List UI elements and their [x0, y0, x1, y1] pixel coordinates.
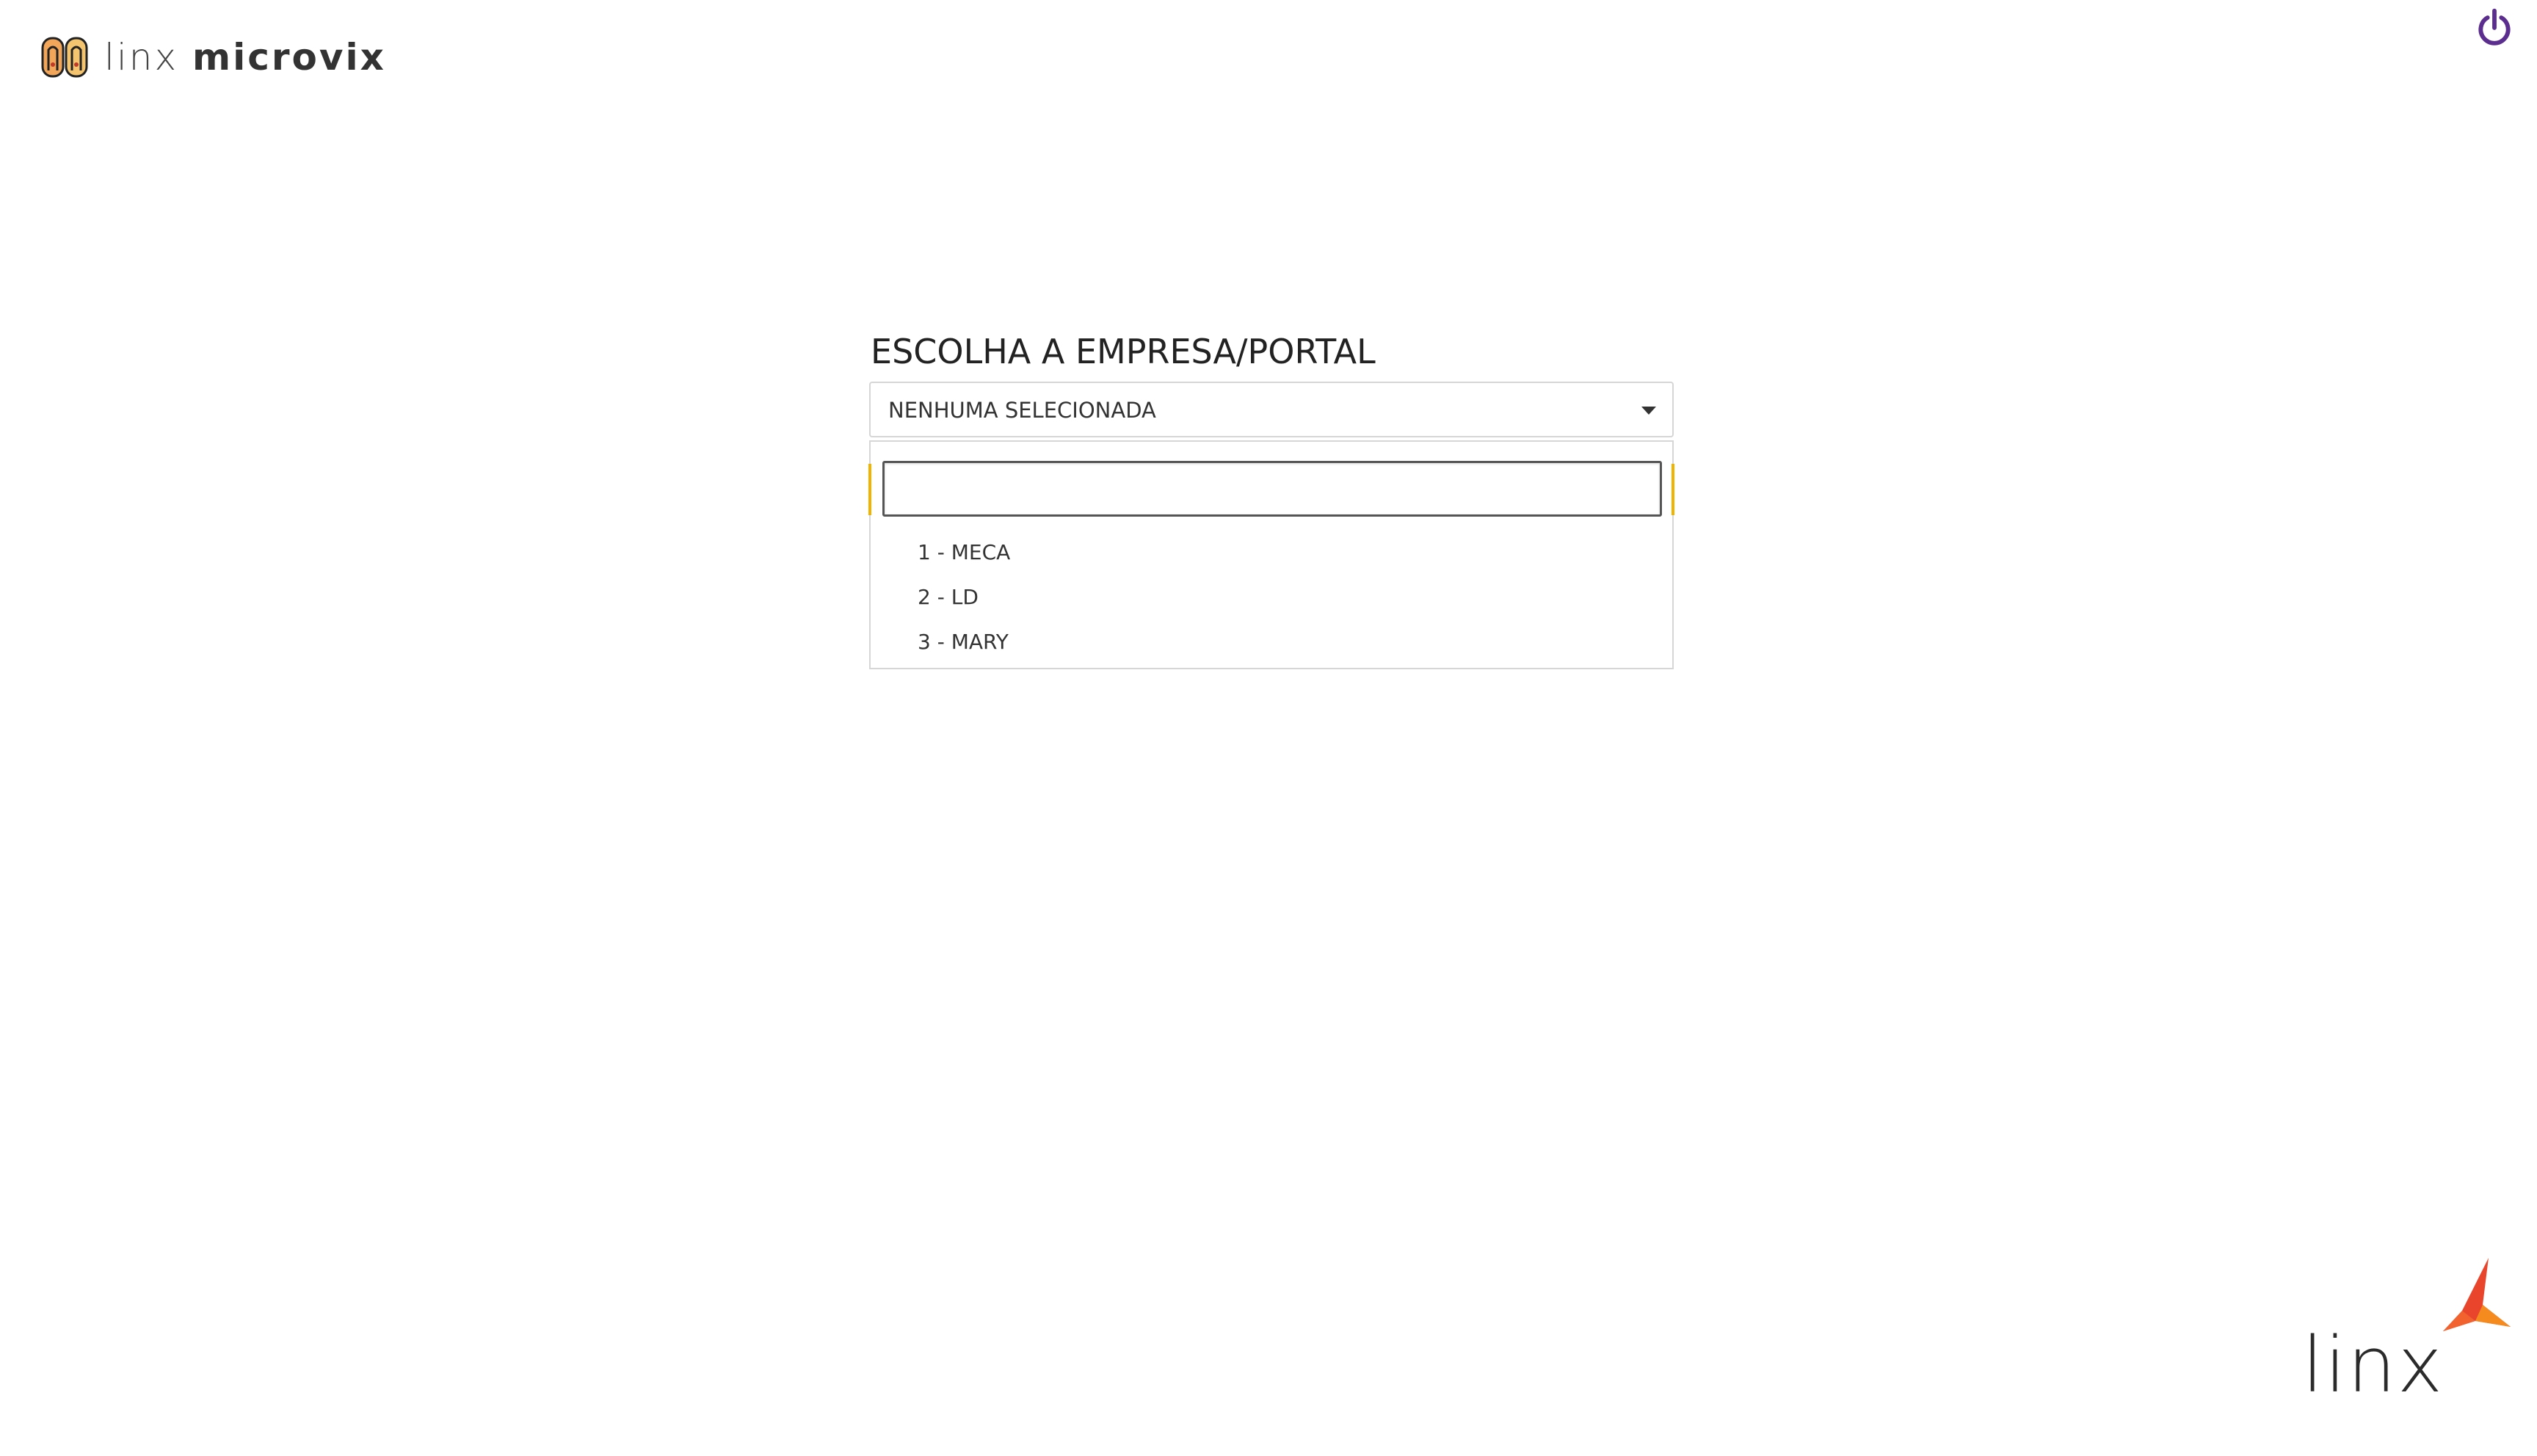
linx-microvix-logo: linx microvix: [41, 34, 386, 81]
logo-word-linx: linx: [104, 36, 179, 79]
caret-down-icon: [1641, 407, 1656, 415]
logo-word-microvix: microvix: [192, 36, 386, 79]
page: linx microvix ESCOLHA A EMPRESA/PORTAL N…: [0, 0, 2537, 1456]
dropdown-accent: [1672, 464, 1674, 515]
chooser-title: ESCOLHA A EMPRESA/PORTAL: [871, 332, 1376, 371]
company-chooser: ESCOLHA A EMPRESA/PORTAL NENHUMA SELECIO…: [868, 332, 1674, 669]
company-option[interactable]: 2 - LD: [871, 575, 1672, 619]
linx-brand-text: linx: [2302, 1320, 2445, 1410]
company-search-input[interactable]: [882, 461, 1662, 517]
microvix-logo-icon: [41, 37, 88, 78]
company-option-list: 1 - MECA 2 - LD 3 - MARY: [871, 530, 1672, 664]
company-select-value: NENHUMA SELECIONADA: [888, 398, 1156, 423]
company-option[interactable]: 3 - MARY: [871, 619, 1672, 664]
linx-brand-logo: linx: [2299, 1256, 2519, 1403]
dropdown-accent: [868, 464, 871, 515]
company-select[interactable]: NENHUMA SELECIONADA: [869, 382, 1674, 437]
company-option[interactable]: 1 - MECA: [871, 530, 1672, 575]
logo-text: linx microvix: [104, 39, 386, 76]
power-icon: [2478, 8, 2511, 46]
company-dropdown: 1 - MECA 2 - LD 3 - MARY: [868, 440, 1674, 669]
logout-button[interactable]: [2474, 7, 2515, 48]
